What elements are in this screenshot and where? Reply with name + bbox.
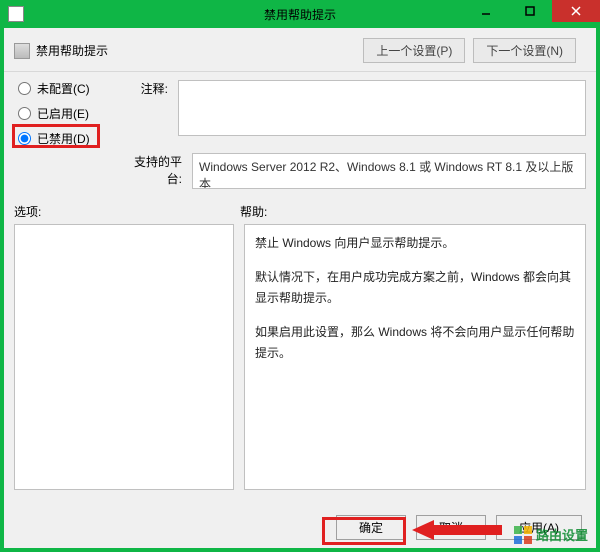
- titlebar[interactable]: 禁用帮助提示: [0, 0, 600, 28]
- prev-setting-button[interactable]: 上一个设置(P): [363, 38, 465, 63]
- maximize-button[interactable]: [508, 0, 552, 22]
- options-pane: [14, 224, 234, 490]
- dialog-footer: 确定 取消 应用(A): [336, 515, 582, 540]
- radio-disabled[interactable]: 已禁用(D): [14, 130, 110, 147]
- radio-enabled-label: 已启用(E): [37, 105, 89, 122]
- window-controls: [464, 0, 600, 22]
- radio-not-configured[interactable]: 未配置(C): [14, 80, 110, 97]
- options-label: 选项:: [14, 203, 240, 220]
- divider: [4, 71, 596, 72]
- policy-header: 禁用帮助提示 上一个设置(P) 下一个设置(N): [14, 34, 586, 71]
- radio-enabled-input[interactable]: [18, 107, 31, 120]
- cancel-button[interactable]: 取消: [416, 515, 486, 540]
- next-setting-button[interactable]: 下一个设置(N): [473, 38, 576, 63]
- radio-enabled[interactable]: 已启用(E): [14, 105, 110, 122]
- comment-label: 注释:: [120, 80, 168, 97]
- close-button[interactable]: [552, 0, 600, 22]
- supported-platform-text: Windows Server 2012 R2、Windows 8.1 或 Win…: [192, 153, 586, 189]
- policy-icon: [14, 43, 30, 59]
- apply-button[interactable]: 应用(A): [496, 515, 582, 540]
- radio-not-configured-label: 未配置(C): [37, 80, 90, 97]
- help-pane: 禁止 Windows 向用户显示帮助提示。 默认情况下，在用户成功完成方案之前，…: [244, 224, 586, 490]
- help-text-3: 如果启用此设置，那么 Windows 将不会向用户显示任何帮助提示。: [255, 322, 575, 363]
- help-text-1: 禁止 Windows 向用户显示帮助提示。: [255, 233, 575, 253]
- platform-label: 支持的平台:: [120, 153, 182, 187]
- radio-disabled-label: 已禁用(D): [37, 130, 90, 147]
- comment-input[interactable]: [178, 80, 586, 136]
- minimize-button[interactable]: [464, 0, 508, 22]
- radio-not-configured-input[interactable]: [18, 82, 31, 95]
- help-label: 帮助:: [240, 203, 267, 220]
- policy-name: 禁用帮助提示: [36, 42, 108, 59]
- window-frame: 禁用帮助提示 禁用帮助提示 上一个设置(P) 下一个设置(N) 未配置(C): [0, 0, 600, 552]
- window-title: 禁用帮助提示: [264, 6, 336, 23]
- help-text-2: 默认情况下，在用户成功完成方案之前，Windows 都会向其显示帮助提示。: [255, 267, 575, 308]
- ok-button[interactable]: 确定: [336, 515, 406, 540]
- content-area: 禁用帮助提示 上一个设置(P) 下一个设置(N) 未配置(C) 已启用(E): [4, 28, 596, 490]
- radio-disabled-input[interactable]: [18, 132, 31, 145]
- window-icon: [8, 6, 24, 22]
- state-radio-group: 未配置(C) 已启用(E) 已禁用(D): [14, 80, 110, 147]
